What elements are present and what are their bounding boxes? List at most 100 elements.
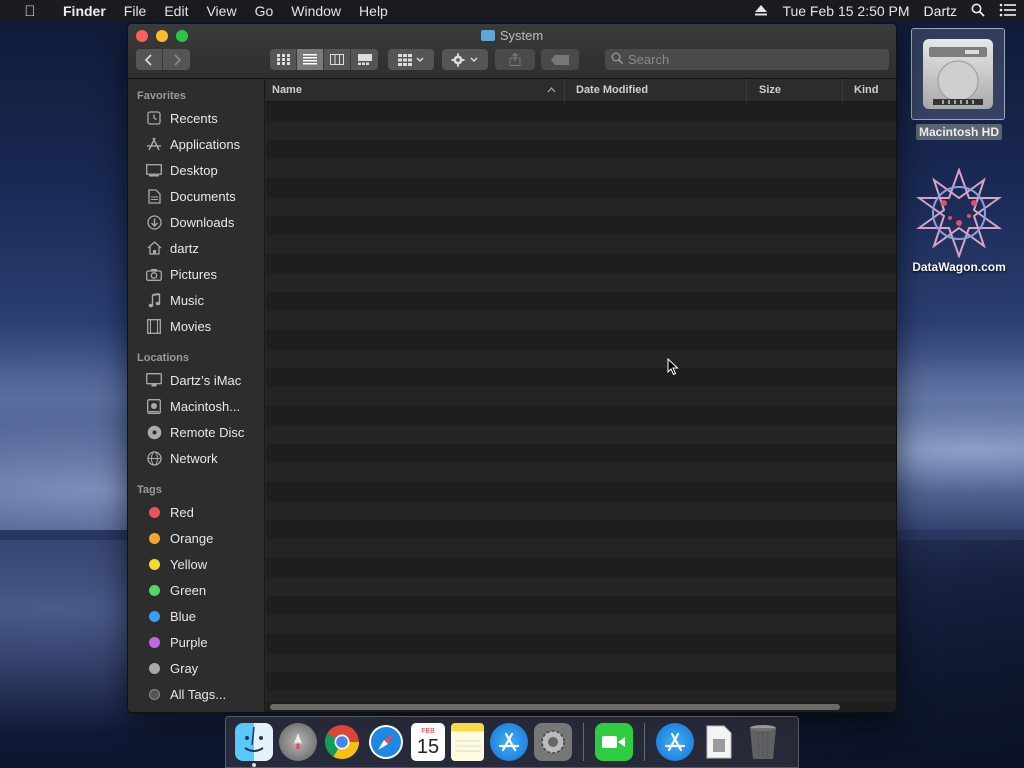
window-title-text: System — [499, 28, 544, 43]
dock-separator — [644, 723, 645, 761]
file-list: Name Date Modified Size Kind — [266, 78, 896, 712]
sidebar-tag-orange[interactable]: Orange — [128, 525, 264, 551]
document-icon[interactable] — [700, 723, 738, 761]
search-field[interactable] — [605, 49, 889, 70]
facetime-icon[interactable] — [595, 723, 633, 761]
notification-center-icon[interactable] — [992, 3, 1024, 20]
sort-ascending-icon — [547, 84, 556, 96]
sidebar-section-tags: Tags — [137, 484, 162, 496]
app-store-icon[interactable] — [490, 723, 528, 761]
group-by-button[interactable] — [388, 49, 434, 70]
sidebar-item-network[interactable]: Network — [128, 445, 264, 471]
sidebar-item-label: Remote Disc — [170, 424, 245, 440]
desktop-icon-label: DataWagon.com — [912, 260, 1006, 274]
sidebar-item-label: Recents — [170, 110, 218, 126]
system-preferences-icon[interactable] — [534, 723, 572, 761]
sidebar-item-pictures[interactable]: Pictures — [128, 261, 264, 287]
menu-user[interactable]: Dartz — [917, 3, 964, 19]
menu-window[interactable]: Window — [282, 3, 350, 19]
sidebar-all-tags[interactable]: All Tags... — [128, 681, 264, 707]
back-forward-buttons — [136, 49, 190, 70]
folder-icon — [480, 30, 495, 41]
window-title: System — [128, 28, 896, 43]
sidebar-item-label: All Tags... — [170, 686, 227, 702]
sidebar-item-label: Movies — [170, 318, 212, 334]
clock-icon — [145, 110, 163, 126]
column-header-name[interactable]: Name — [266, 78, 565, 102]
documents-icon — [145, 188, 163, 204]
sidebar-item-label: Yellow — [170, 556, 208, 572]
spotlight-search-icon[interactable] — [964, 3, 992, 20]
forward-button[interactable] — [163, 49, 190, 70]
notes-icon[interactable] — [451, 723, 484, 761]
sidebar-item-label: Macintosh... — [170, 398, 241, 414]
share-button[interactable] — [495, 49, 535, 70]
menu-edit[interactable]: Edit — [155, 3, 197, 19]
app-store-folder-icon[interactable] — [656, 723, 694, 761]
column-header-label: Kind — [854, 84, 879, 96]
column-header-label: Date Modified — [576, 84, 649, 96]
column-header-label: Name — [272, 84, 302, 96]
sidebar-item-music[interactable]: Music — [128, 287, 264, 313]
sidebar-item-home[interactable]: dartz — [128, 235, 264, 261]
search-input[interactable] — [628, 52, 868, 67]
edit-tags-button[interactable] — [541, 49, 579, 70]
sidebar-item-desktop[interactable]: Desktop — [128, 157, 264, 183]
calendar-icon[interactable]: FEB 15 — [411, 723, 445, 761]
sidebar-item-macintosh-hd[interactable]: Macintosh... — [128, 393, 264, 419]
chrome-icon[interactable] — [323, 723, 361, 761]
view-mode-buttons — [270, 49, 378, 70]
menu-go[interactable]: Go — [246, 3, 283, 19]
dock-separator — [583, 723, 584, 761]
menu-file[interactable]: File — [115, 3, 156, 19]
sidebar-tag-green[interactable]: Green — [128, 577, 264, 603]
sidebar-item-label: Network — [170, 450, 218, 466]
calendar-day: 15 — [416, 736, 440, 758]
sidebar-item-label: Green — [170, 582, 207, 598]
file-list-rows[interactable] — [266, 102, 896, 702]
sidebar-item-remote-disc[interactable]: Remote Disc — [128, 419, 264, 445]
launchpad-icon[interactable] — [279, 723, 317, 761]
column-header-size[interactable]: Size — [747, 78, 843, 102]
back-button[interactable] — [136, 49, 163, 70]
menu-finder[interactable]: Finder — [54, 3, 115, 19]
sidebar-item-documents[interactable]: Documents — [128, 183, 264, 209]
action-menu-button[interactable] — [442, 49, 488, 70]
trash-icon[interactable] — [744, 723, 782, 761]
tag-color-dot — [148, 558, 160, 570]
sidebar-item-imac[interactable]: Dartz’s iMac — [128, 367, 264, 393]
sidebar-item-recents[interactable]: Recents — [128, 105, 264, 131]
imac-icon — [145, 372, 163, 388]
column-header-date-modified[interactable]: Date Modified — [565, 78, 747, 102]
menu-view[interactable]: View — [197, 3, 245, 19]
calendar-month: FEB — [421, 728, 435, 735]
gallery-view-button[interactable] — [351, 49, 378, 70]
sidebar-tag-yellow[interactable]: Yellow — [128, 551, 264, 577]
eject-icon[interactable] — [747, 3, 775, 20]
menu-help[interactable]: Help — [350, 3, 397, 19]
sidebar-item-downloads[interactable]: Downloads — [128, 209, 264, 235]
column-header-row: Name Date Modified Size Kind — [266, 78, 896, 102]
desktop-icon-macintosh-hd[interactable]: Macintosh HD — [911, 28, 1007, 140]
column-header-kind[interactable]: Kind — [843, 79, 896, 102]
desktop-icon-datawagon[interactable]: DataWagon.com — [903, 167, 1015, 274]
sidebar-tag-purple[interactable]: Purple — [128, 629, 264, 655]
sidebar-section-locations: Locations — [137, 352, 189, 364]
icon-view-button[interactable] — [270, 49, 297, 70]
desktop-icon — [145, 162, 163, 178]
sidebar-item-movies[interactable]: Movies — [128, 313, 264, 339]
column-view-button[interactable] — [324, 49, 351, 70]
finder-icon[interactable] — [235, 723, 273, 767]
running-indicator — [252, 763, 256, 767]
sidebar-tag-blue[interactable]: Blue — [128, 603, 264, 629]
list-view-button[interactable] — [297, 49, 324, 70]
menu-clock[interactable]: Tue Feb 15 2:50 PM — [775, 3, 916, 19]
sidebar-item-label: Music — [170, 292, 204, 308]
sidebar-tag-red[interactable]: Red — [128, 499, 264, 525]
apple-menu-icon[interactable]:  — [20, 3, 40, 20]
sidebar-tag-gray[interactable]: Gray — [128, 655, 264, 681]
sidebar-item-label: Downloads — [170, 214, 235, 230]
safari-icon[interactable] — [367, 723, 405, 761]
sidebar-item-applications[interactable]: Applications — [128, 131, 264, 157]
horizontal-scrollbar[interactable] — [270, 704, 840, 710]
